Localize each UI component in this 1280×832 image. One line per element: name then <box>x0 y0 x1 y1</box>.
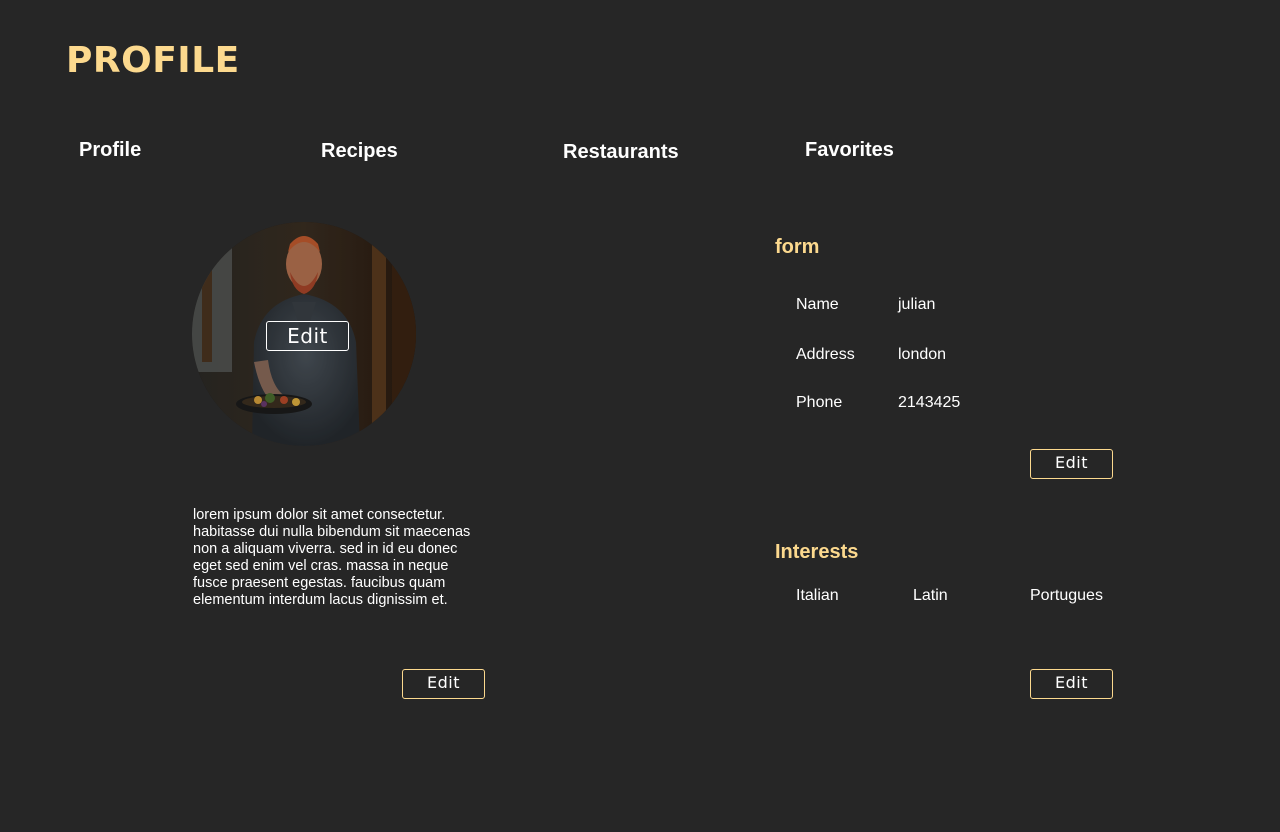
address-label: Address <box>796 346 855 363</box>
bio-text: lorem ipsum dolor sit amet consectetur. … <box>193 507 493 609</box>
avatar-edit-button[interactable]: Edit <box>266 321 349 351</box>
form-edit-button[interactable]: Edit <box>1030 449 1113 479</box>
bio-line: eget sed enim vel cras. massa in neque <box>193 558 449 574</box>
interests-section-title: Interests <box>775 541 859 563</box>
interest-item: Italian <box>796 587 839 604</box>
page-title: PROFILE <box>66 40 240 81</box>
interest-item: Latin <box>913 587 948 604</box>
tab-profile[interactable]: Profile <box>79 139 141 162</box>
bio-line: non a aliquam viverra. sed in id eu done… <box>193 541 458 557</box>
interest-item: Portugues <box>1030 587 1103 604</box>
address-value: london <box>898 346 947 363</box>
bio-edit-button[interactable]: Edit <box>402 669 485 699</box>
phone-label: Phone <box>796 394 843 411</box>
bio-line: lorem ipsum dolor sit amet consectetur. <box>193 507 446 523</box>
bio-line: habitasse dui nulla bibendum sit maecena… <box>193 524 471 540</box>
tab-recipes[interactable]: Recipes <box>321 140 398 163</box>
tab-restaurants[interactable]: Restaurants <box>563 141 679 164</box>
bio-line: fusce praesent egestas. faucibus quam <box>193 575 446 591</box>
form-section-title: form <box>775 236 820 258</box>
tab-favorites[interactable]: Favorites <box>805 139 894 162</box>
phone-value: 2143425 <box>898 394 961 411</box>
name-value: julian <box>898 296 936 313</box>
name-label: Name <box>796 296 839 313</box>
interests-edit-button[interactable]: Edit <box>1030 669 1113 699</box>
bio-line: elementum interdum lacus dignissim et. <box>193 592 448 608</box>
